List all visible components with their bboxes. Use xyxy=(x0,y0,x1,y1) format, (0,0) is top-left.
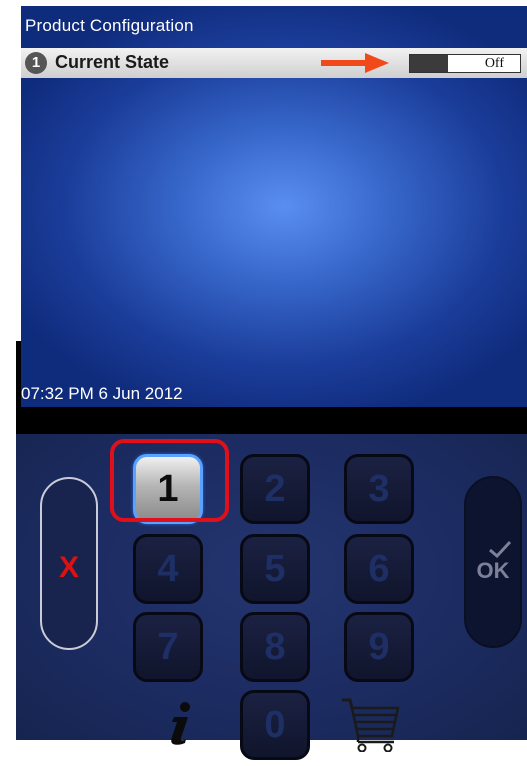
key-5[interactable]: 5 xyxy=(240,534,310,604)
toggle-knob xyxy=(410,55,448,72)
key-4[interactable]: 4 xyxy=(133,534,203,604)
key-7[interactable]: 7 xyxy=(133,612,203,682)
key-9[interactable]: 9 xyxy=(344,612,414,682)
timestamp: 07:32 PM 6 Jun 2012 xyxy=(21,384,183,403)
toggle-value: Off xyxy=(484,56,504,71)
current-state-row[interactable]: 1 Current State Off xyxy=(21,48,527,78)
cancel-button[interactable]: X xyxy=(40,477,98,650)
check-icon xyxy=(489,540,512,558)
key-8[interactable]: 8 xyxy=(240,612,310,682)
selected-key-highlight xyxy=(110,439,229,522)
ok-button[interactable]: OK xyxy=(464,476,522,648)
key-0[interactable]: 0 xyxy=(240,690,310,760)
current-state-label: Current State xyxy=(55,52,170,72)
device-screen: Product Configuration 1 Current State Of… xyxy=(21,6,527,407)
ok-label: OK xyxy=(476,558,510,583)
key-6[interactable]: 6 xyxy=(344,534,414,604)
state-toggle[interactable]: Off xyxy=(409,54,521,73)
cancel-label: X xyxy=(58,551,79,584)
cart-icon[interactable] xyxy=(340,696,402,752)
screen-edge xyxy=(16,341,21,407)
info-icon[interactable] xyxy=(160,700,200,746)
screen-title: Product Configuration xyxy=(25,16,194,35)
key-2[interactable]: 2 xyxy=(240,454,310,524)
row-number-badge: 1 xyxy=(25,52,47,74)
key-3[interactable]: 3 xyxy=(344,454,414,524)
arrow-right-icon xyxy=(321,53,389,73)
divider-band xyxy=(16,407,527,434)
